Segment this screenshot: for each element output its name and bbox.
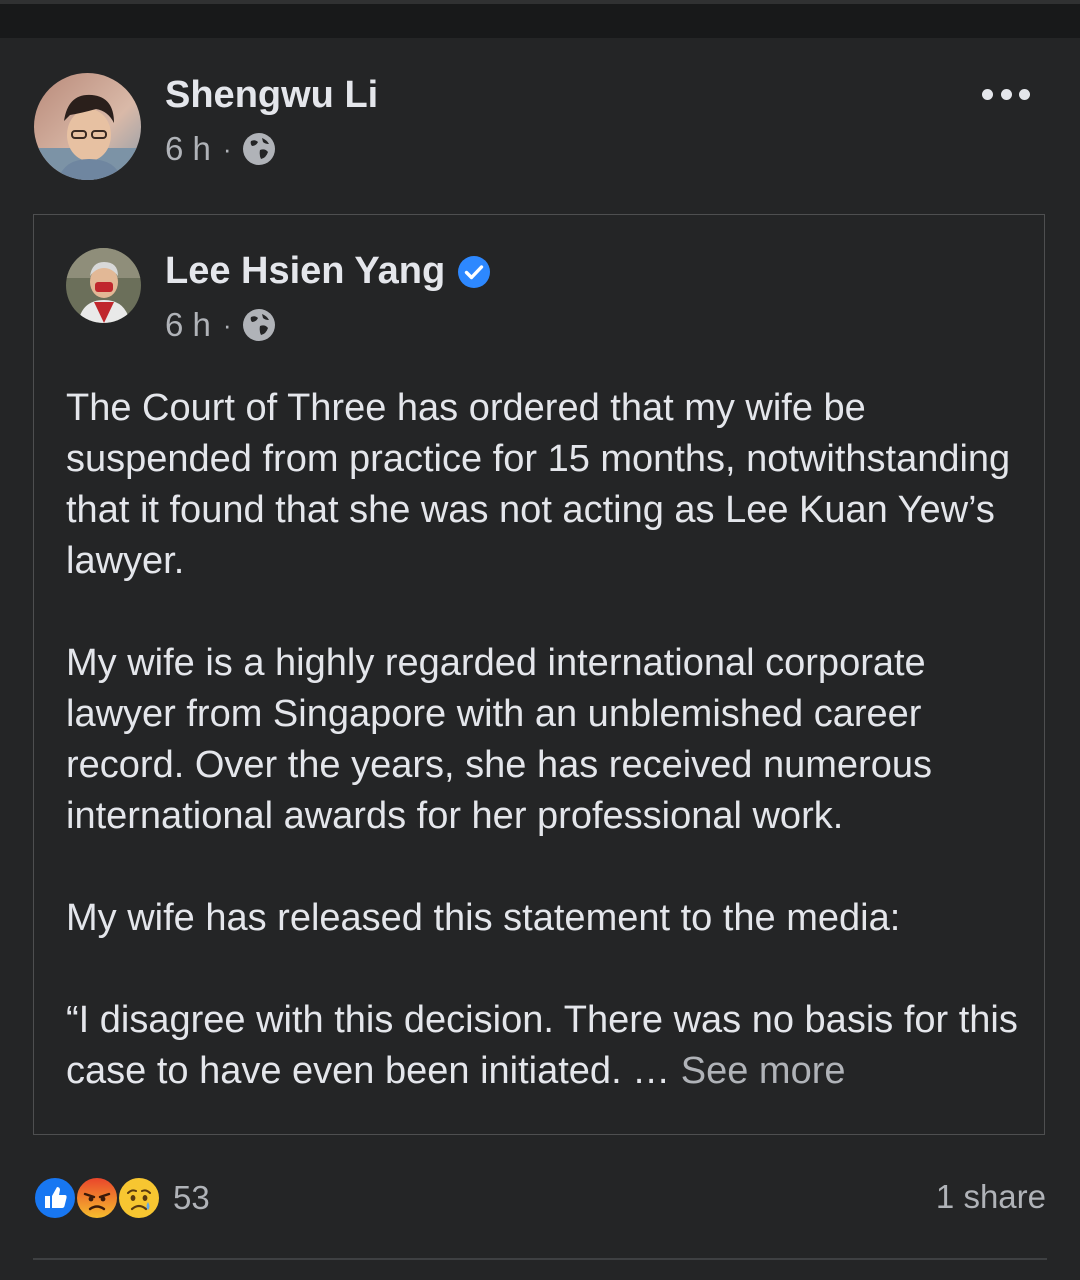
angry-icon — [75, 1176, 119, 1220]
post-paragraph: The Court of Three has ordered that my w… — [66, 387, 1011, 582]
post-paragraph-last: “I disagree with this decision. There wa… — [66, 995, 1026, 1097]
shared-author-name[interactable]: Lee Hsien Yang — [165, 250, 445, 293]
meta-separator: · — [222, 309, 232, 340]
globe-icon — [242, 309, 275, 341]
shared-author-avatar[interactable] — [66, 248, 141, 323]
sad-icon — [117, 1176, 161, 1220]
verified-badge-icon — [458, 255, 491, 288]
more-dot — [1000, 88, 1012, 100]
share-count[interactable]: 1 share — [936, 1178, 1046, 1216]
more-dot — [1019, 88, 1030, 100]
reaction-summary[interactable]: 53 — [33, 1176, 210, 1220]
see-more-link[interactable]: See more — [681, 1050, 846, 1092]
globe-icon — [242, 133, 275, 165]
more-options-button[interactable] — [982, 82, 1030, 106]
post-paragraph: My wife has released this statement to t… — [66, 897, 901, 939]
shared-post-text: The Court of Three has ordered that my w… — [66, 383, 1026, 1097]
author-name[interactable]: Shengwu Li — [165, 74, 378, 117]
shared-post-time[interactable]: 6 h — [165, 306, 211, 344]
top-bar-edge — [0, 0, 1080, 4]
shared-author-meta: 6 h · — [165, 306, 276, 344]
author-avatar[interactable] — [34, 73, 141, 180]
meta-separator: · — [222, 133, 232, 164]
post-time[interactable]: 6 h — [165, 130, 211, 168]
post-paragraph: My wife is a highly regarded internation… — [66, 642, 932, 837]
like-icon — [33, 1176, 77, 1220]
top-bar — [0, 0, 1080, 38]
shared-author-row: Lee Hsien Yang — [165, 250, 491, 293]
post-card: Shengwu Li 6 h · Lee Hsien Yang 6 h · Th… — [0, 38, 1080, 1280]
actions-divider — [33, 1258, 1047, 1260]
post-paragraph: “I disagree with this decision. There wa… — [66, 999, 1018, 1092]
more-dot — [982, 88, 993, 100]
author-meta: 6 h · — [165, 130, 276, 168]
reaction-count[interactable]: 53 — [173, 1179, 210, 1217]
